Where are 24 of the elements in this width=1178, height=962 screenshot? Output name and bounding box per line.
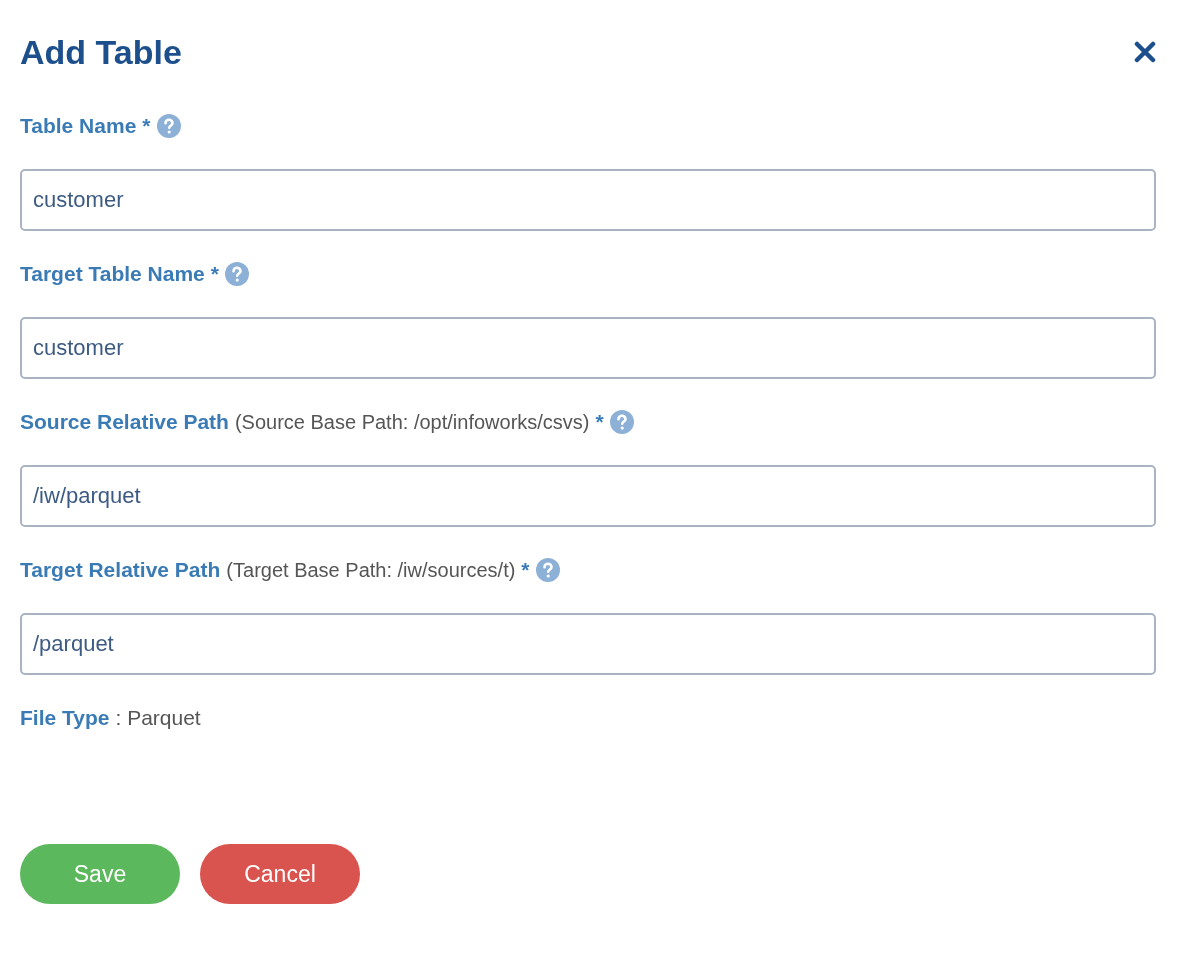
input-field[interactable]: /iw/parquet xyxy=(20,465,1156,527)
field-label: Target Table Name xyxy=(20,262,205,286)
help-icon[interactable] xyxy=(224,262,249,286)
input-field[interactable]: customer xyxy=(20,169,1156,231)
help-icon[interactable] xyxy=(156,114,181,138)
file-type-value: : Parquet xyxy=(115,706,201,730)
field-label: Source Relative Path xyxy=(20,410,229,434)
input-field[interactable]: customer xyxy=(20,317,1156,379)
required-mark: * xyxy=(521,558,530,582)
required-mark: * xyxy=(142,114,151,138)
required-mark: * xyxy=(595,410,604,434)
field-label: Target Relative Path xyxy=(20,558,221,582)
field-label: Table Name xyxy=(20,114,137,138)
field-note: (Source Base Path: /opt/infoworks/csvs) xyxy=(234,410,590,434)
input-field[interactable]: /parquet xyxy=(20,613,1156,675)
dialog-title: Add Table xyxy=(20,32,182,72)
close-button[interactable] xyxy=(1134,41,1156,63)
required-mark: * xyxy=(210,262,219,286)
file-type-label: File Type xyxy=(20,706,110,730)
help-icon[interactable] xyxy=(609,410,634,434)
close-icon xyxy=(1134,41,1156,63)
field-note: (Target Base Path: /iw/sources/t) xyxy=(226,558,516,582)
help-icon[interactable] xyxy=(535,558,560,582)
cancel-button[interactable]: Cancel xyxy=(200,844,360,904)
